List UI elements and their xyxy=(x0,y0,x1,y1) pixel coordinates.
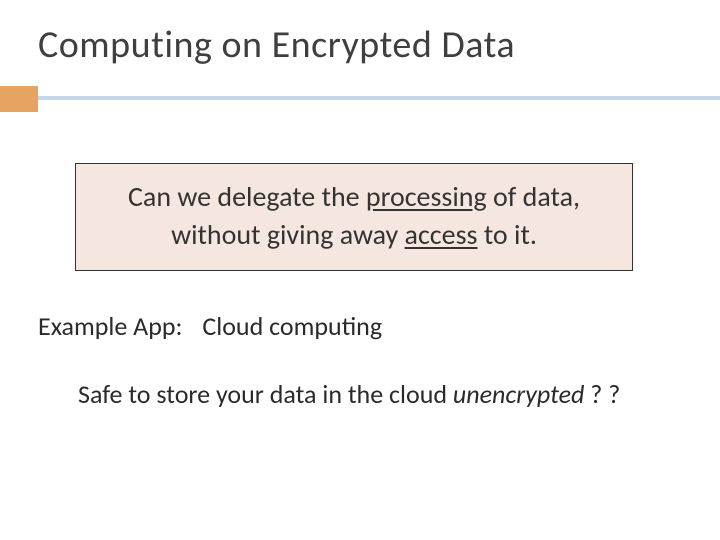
callout-l2-underline: access xyxy=(405,217,478,252)
callout-l1-underline: processing xyxy=(366,179,487,214)
callout-l2-post: to it. xyxy=(477,217,536,252)
callout-box: Can we delegate the processing of data, … xyxy=(75,163,633,271)
callout-l2-pre: without giving away xyxy=(171,217,404,252)
callout-l1-pre: Can we delegate the xyxy=(128,179,366,214)
example-value: Cloud computing xyxy=(202,310,382,342)
slide: Computing on Encrypted Data Can we deleg… xyxy=(0,0,720,540)
rule-line xyxy=(0,96,720,100)
callout-line-1: Can we delegate the processing of data, xyxy=(86,178,622,216)
body-text: Safe to store your data in the cloud une… xyxy=(78,378,620,410)
body-post: ? ? xyxy=(584,378,620,410)
body-italic: unencrypted xyxy=(453,378,585,410)
example-label: Example App: xyxy=(38,310,182,342)
body-pre: Safe to store your data in the cloud xyxy=(78,378,453,410)
rule-accent-block xyxy=(0,86,38,112)
title-rule xyxy=(0,86,720,112)
slide-title: Computing on Encrypted Data xyxy=(38,22,515,68)
callout-l1-post: of data, xyxy=(487,179,580,214)
callout-line-2: without giving away access to it. xyxy=(86,216,622,254)
example-row: Example App: Cloud computing xyxy=(38,310,382,342)
